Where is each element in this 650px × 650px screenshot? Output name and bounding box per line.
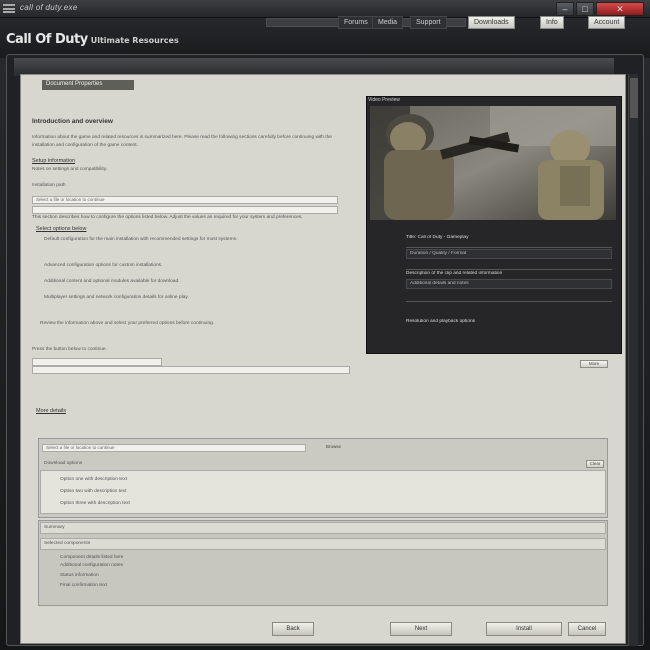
page-title: Introduction and overview (32, 118, 113, 125)
maximize-button[interactable]: □ (576, 2, 594, 16)
install-button[interactable]: Install (486, 622, 562, 636)
video-details: Additional details and notes (410, 281, 469, 286)
options-heading: Select options below (36, 226, 87, 232)
list-item: Component details listed here (60, 555, 124, 560)
nav-support[interactable]: Support (410, 16, 447, 29)
video-resolution: Resolution and playback options (406, 319, 476, 324)
nav-downloads[interactable]: Downloads (468, 16, 515, 29)
clear-button[interactable]: Clear (586, 460, 604, 468)
cancel-button[interactable]: Cancel (568, 622, 606, 636)
download-group-title: Download options (44, 461, 83, 466)
next-button[interactable]: Next (390, 622, 452, 636)
nav-forums[interactable]: Forums (338, 16, 374, 29)
list-item: Option one with description text (60, 477, 127, 482)
setup-heading: Setup information (32, 158, 76, 164)
list-item: Advanced configuration options for custo… (44, 263, 163, 268)
summary-heading: Summary (44, 525, 65, 530)
nav-account[interactable]: Account (588, 16, 626, 29)
video-label: Video Preview (368, 97, 400, 103)
summary-text: Review the information above and select … (40, 321, 215, 326)
config-paragraph: This section describes how to configure … (32, 215, 303, 220)
logo-text: Call Of Duty (6, 32, 88, 47)
video-info: Title: Call of Duty - Gameplay Duration … (406, 225, 612, 345)
video-title: Title: Call of Duty - Gameplay (406, 235, 469, 240)
app-logo: Call Of Duty Ultimate Resources (6, 32, 179, 47)
close-button[interactable]: ✕ (596, 2, 644, 16)
file-location-field[interactable]: Select a file or location to continue (42, 444, 306, 452)
scrollbar[interactable] (628, 74, 638, 646)
divider (406, 247, 612, 248)
video-meta: Duration / Quality / Format (410, 251, 467, 256)
note-text: Press the button below to continue. (32, 347, 107, 352)
browse-link[interactable]: Browse (326, 444, 362, 452)
progress-line (36, 422, 356, 430)
option-field[interactable] (32, 358, 162, 366)
list-item: Default configuration for the main insta… (44, 237, 238, 242)
gameplay-image (370, 106, 616, 220)
list-item: Final confirmation text (60, 583, 107, 588)
nav-info[interactable]: Info (540, 16, 564, 29)
intro-paragraph: Information about the game and related r… (32, 135, 332, 148)
list-item: Option three with description text (60, 501, 130, 506)
field-label: Installation path (32, 183, 66, 188)
divider (406, 269, 612, 270)
components-heading: Selected components (44, 541, 91, 546)
back-button[interactable]: Back (272, 622, 314, 636)
video-description: Description of the clip and related info… (406, 271, 503, 276)
video-thumbnail[interactable] (370, 106, 616, 220)
nav-media[interactable]: Media (372, 16, 404, 29)
install-path-field[interactable]: Select a file or location to continue (32, 196, 338, 204)
app-window: call of duty.exe – □ ✕ Call Of Duty Ultim… (0, 0, 650, 650)
list-item: Option two with description text (60, 489, 127, 494)
minimize-button[interactable]: – (556, 2, 574, 16)
scrollbar-thumb[interactable] (630, 78, 638, 118)
option-field-wide[interactable] (32, 366, 350, 374)
info-line (32, 380, 352, 388)
secondary-path-field[interactable] (32, 206, 338, 214)
list-item: Status information (60, 573, 99, 578)
window-title: call of duty.exe (20, 3, 78, 12)
menu-icon[interactable] (3, 4, 15, 13)
list-item: Multiplayer settings and network configu… (44, 295, 189, 300)
divider (406, 301, 612, 302)
tab-document-properties[interactable]: Document Properties (42, 80, 134, 90)
list-item: Additional configuration notes (60, 563, 123, 568)
logo-subtitle: Ultimate Resources (90, 36, 179, 45)
video-more-button[interactable]: More (580, 360, 608, 368)
details-link[interactable]: More details (36, 408, 66, 414)
list-item: Additional content and optional modules … (44, 279, 180, 284)
